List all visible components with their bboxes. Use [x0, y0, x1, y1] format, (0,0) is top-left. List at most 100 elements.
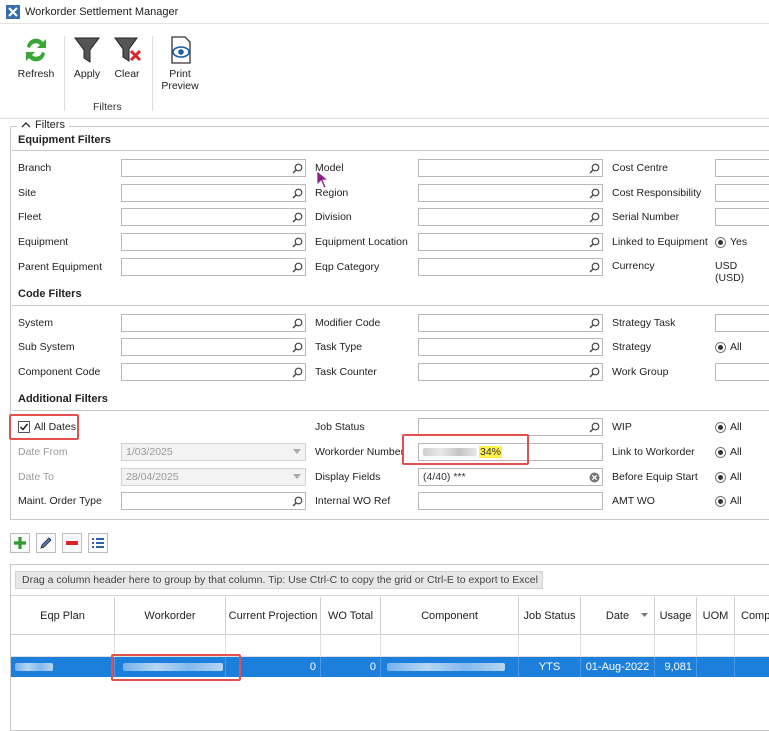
column-list-button[interactable]: [88, 533, 108, 553]
equipment-location-input[interactable]: [418, 233, 603, 251]
equipment-input[interactable]: [121, 233, 306, 251]
search-icon[interactable]: [289, 315, 305, 331]
filter-cell[interactable]: [381, 635, 519, 657]
search-icon[interactable]: [586, 185, 602, 201]
search-icon[interactable]: [289, 185, 305, 201]
modifier-code-input[interactable]: [418, 314, 603, 332]
search-icon[interactable]: [289, 259, 305, 275]
print-preview-icon: [171, 36, 191, 64]
column-header-eqp-plan[interactable]: Eqp Plan: [11, 597, 115, 635]
apply-filter-button[interactable]: Apply: [70, 34, 104, 80]
division-input[interactable]: [418, 208, 603, 226]
region-input[interactable]: [418, 184, 603, 202]
filter-cell[interactable]: [321, 635, 381, 657]
before-equip-start-radio[interactable]: All: [715, 471, 742, 483]
search-icon[interactable]: [586, 419, 602, 435]
sub-system-input[interactable]: [121, 338, 306, 356]
column-header-usage[interactable]: Usage: [655, 597, 697, 635]
filter-cell[interactable]: [581, 635, 655, 657]
filter-cell[interactable]: [519, 635, 581, 657]
cost-centre-label: Cost Centre: [612, 162, 669, 174]
search-icon[interactable]: [289, 364, 305, 380]
print-preview-button[interactable]: Print Preview: [158, 34, 202, 92]
table-cell-date[interactable]: 01-Aug-2022: [581, 657, 655, 677]
table-cell-uom[interactable]: [697, 657, 735, 677]
display-fields-input[interactable]: (4/40) ***: [418, 468, 603, 486]
link-to-workorder-radio[interactable]: All: [715, 446, 742, 458]
table-cell-comp[interactable]: [735, 657, 769, 677]
column-header-job-status[interactable]: Job Status: [519, 597, 581, 635]
section-divider: [12, 150, 769, 151]
search-icon[interactable]: [289, 339, 305, 355]
refresh-icon: [26, 38, 46, 62]
currency-label: Currency: [612, 260, 655, 272]
filter-cell[interactable]: [697, 635, 735, 657]
strategy-radio[interactable]: All: [715, 341, 742, 353]
work-group-input[interactable]: [715, 363, 769, 381]
column-header-date[interactable]: Date: [581, 597, 655, 635]
task-type-input[interactable]: [418, 338, 603, 356]
results-grid: Drag a column header here to group by th…: [10, 564, 769, 731]
search-icon[interactable]: [586, 339, 602, 355]
clear-circle-icon[interactable]: [586, 469, 602, 485]
search-icon[interactable]: [586, 364, 602, 380]
column-header-wo-total[interactable]: WO Total: [321, 597, 381, 635]
eqp-category-label: Eqp Category: [315, 261, 380, 273]
search-icon[interactable]: [586, 315, 602, 331]
search-icon[interactable]: [586, 234, 602, 250]
refresh-button[interactable]: Refresh: [16, 34, 56, 80]
search-icon[interactable]: [289, 234, 305, 250]
redacted-text: [15, 663, 53, 671]
table-cell-job-status[interactable]: YTS: [519, 657, 581, 677]
branch-input[interactable]: [121, 159, 306, 177]
filter-cell[interactable]: [735, 635, 769, 657]
column-header-current-projection[interactable]: Current Projection: [226, 597, 321, 635]
date-from-input[interactable]: 1/03/2025: [121, 443, 306, 461]
filter-cell[interactable]: [11, 635, 115, 657]
redacted-text: [387, 663, 505, 671]
add-button[interactable]: [10, 533, 30, 553]
column-header-workorder[interactable]: Workorder: [115, 597, 226, 635]
task-counter-input[interactable]: [418, 363, 603, 381]
serial-number-input[interactable]: [715, 208, 769, 226]
column-header-comp[interactable]: Comp: [735, 597, 769, 635]
search-icon[interactable]: [586, 209, 602, 225]
column-header-uom[interactable]: UOM: [697, 597, 735, 635]
search-icon[interactable]: [586, 259, 602, 275]
remove-button[interactable]: [62, 533, 82, 553]
maint-order-type-input[interactable]: [121, 492, 306, 510]
before-equip-start-label: Before Equip Start: [612, 471, 698, 483]
system-input[interactable]: [121, 314, 306, 332]
amt-wo-radio[interactable]: All: [715, 495, 742, 507]
search-icon[interactable]: [289, 209, 305, 225]
component-code-input[interactable]: [121, 363, 306, 381]
linked-to-equipment-radio[interactable]: Yes: [715, 236, 747, 248]
chevron-down-icon[interactable]: [289, 444, 305, 460]
parent-equipment-input[interactable]: [121, 258, 306, 276]
table-cell-eqp-plan[interactable]: [11, 657, 115, 677]
search-icon[interactable]: [289, 493, 305, 509]
table-cell-usage[interactable]: 9,081: [655, 657, 697, 677]
edit-button[interactable]: [36, 533, 56, 553]
table-cell-component[interactable]: [381, 657, 519, 677]
model-input[interactable]: [418, 159, 603, 177]
table-cell-wo-total[interactable]: 0: [321, 657, 381, 677]
clear-filter-icon: [114, 37, 142, 62]
group-by-panel[interactable]: Drag a column header here to group by th…: [15, 571, 543, 589]
chevron-down-icon[interactable]: [289, 469, 305, 485]
column-header-component[interactable]: Component: [381, 597, 519, 635]
cost-centre-input[interactable]: [715, 159, 769, 177]
filter-cell[interactable]: [655, 635, 697, 657]
clear-filter-button[interactable]: Clear: [110, 34, 144, 80]
date-to-input[interactable]: 28/04/2025: [121, 468, 306, 486]
search-icon[interactable]: [586, 160, 602, 176]
cost-responsibility-input[interactable]: [715, 184, 769, 202]
filters-panel-header[interactable]: Filters: [17, 119, 69, 131]
strategy-task-input[interactable]: [715, 314, 769, 332]
internal-wo-ref-input[interactable]: [418, 492, 603, 510]
search-icon[interactable]: [289, 160, 305, 176]
fleet-input[interactable]: [121, 208, 306, 226]
eqp-category-input[interactable]: [418, 258, 603, 276]
site-input[interactable]: [121, 184, 306, 202]
wip-radio[interactable]: All: [715, 421, 742, 433]
